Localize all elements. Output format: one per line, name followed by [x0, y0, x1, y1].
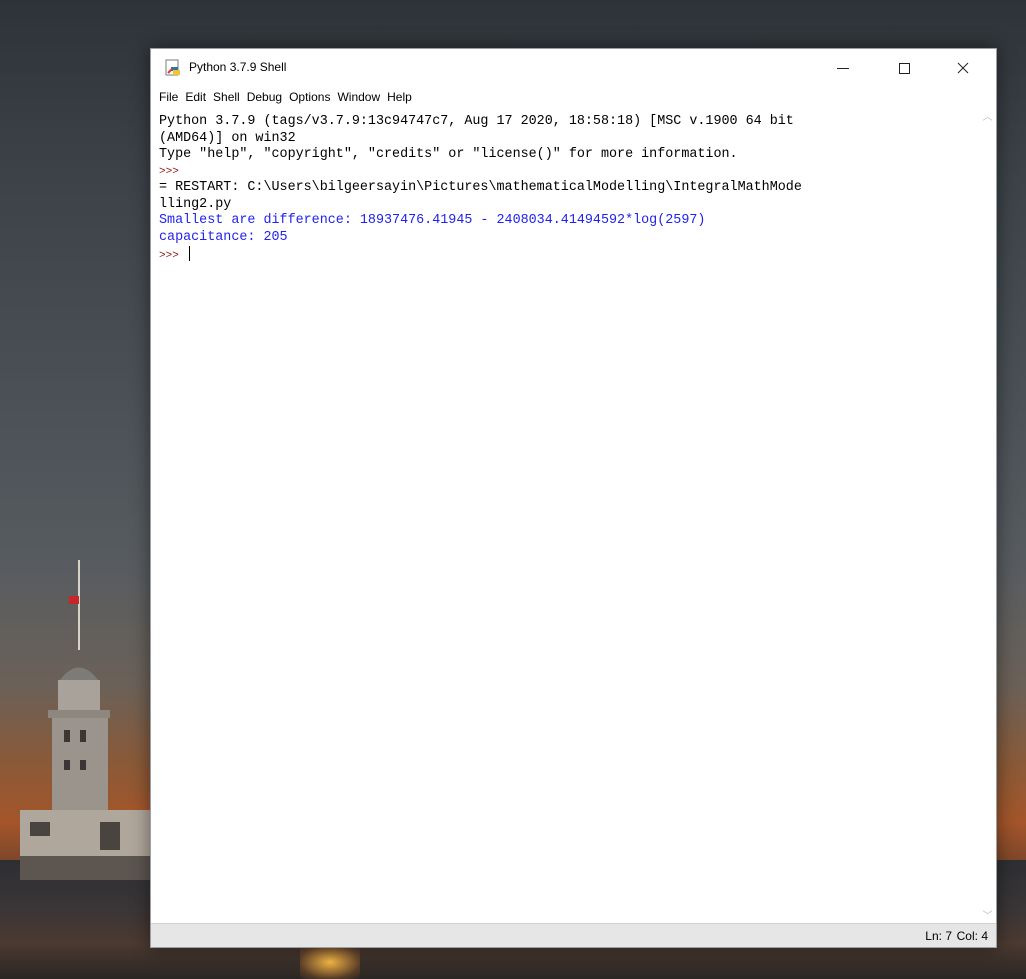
- python-idle-icon: [165, 59, 180, 76]
- shell-line-banner-2: (AMD64)] on win32: [159, 130, 296, 146]
- shell-text-area[interactable]: Python 3.7.9 (tags/v3.7.9:13c94747c7, Au…: [151, 107, 979, 923]
- status-column-number: Col: 4: [956, 929, 988, 943]
- maximize-button[interactable]: [881, 49, 927, 87]
- active-prompt: >>>: [159, 250, 179, 262]
- sun-reflection: [300, 945, 360, 979]
- menu-options[interactable]: Options: [289, 90, 330, 104]
- menu-shell[interactable]: Shell: [213, 90, 240, 104]
- menu-bar: File Edit Shell Debug Options Window Hel…: [151, 87, 996, 107]
- menu-window[interactable]: Window: [337, 90, 380, 104]
- text-cursor: [188, 246, 190, 261]
- maidens-tower-silhouette: [20, 560, 160, 880]
- shell-input-line[interactable]: >>>: [159, 246, 979, 263]
- scroll-down-icon[interactable]: ﹀: [979, 906, 996, 923]
- window-title: Python 3.7.9 Shell: [189, 60, 287, 74]
- maximize-icon: [898, 62, 910, 74]
- status-bar: Ln: 7 Col: 4: [151, 923, 996, 947]
- shell-line-banner-1: Python 3.7.9 (tags/v3.7.9:13c94747c7, Au…: [159, 114, 794, 129]
- minimize-button[interactable]: [820, 49, 866, 87]
- menu-file[interactable]: File: [159, 90, 178, 104]
- shell-line-restart-2: lling2.py: [159, 196, 232, 212]
- menu-edit[interactable]: Edit: [185, 90, 206, 104]
- scroll-up-icon[interactable]: ︿: [979, 107, 996, 124]
- status-line-number: Ln: 7: [925, 929, 952, 943]
- shell-prompt: >>>: [159, 165, 179, 178]
- title-bar[interactable]: Python 3.7.9 Shell: [151, 49, 996, 87]
- vertical-scrollbar[interactable]: ︿ ﹀: [979, 107, 996, 923]
- shell-line-restart-1: = RESTART: C:\Users\bilgeersayin\Picture…: [159, 180, 802, 195]
- menu-debug[interactable]: Debug: [247, 90, 282, 104]
- shell-output-capacitance: capacitance: 205: [159, 229, 288, 245]
- menu-help[interactable]: Help: [387, 90, 412, 104]
- shell-line-banner-3: Type "help", "copyright", "credits" or "…: [159, 147, 738, 162]
- minimize-icon: [837, 67, 849, 69]
- python-shell-window: Python 3.7.9 Shell File Edit Shell Debug…: [150, 48, 997, 948]
- close-button[interactable]: [940, 49, 986, 87]
- shell-output-difference: Smallest are difference: 18937476.41945 …: [159, 213, 706, 228]
- close-icon: [957, 62, 969, 74]
